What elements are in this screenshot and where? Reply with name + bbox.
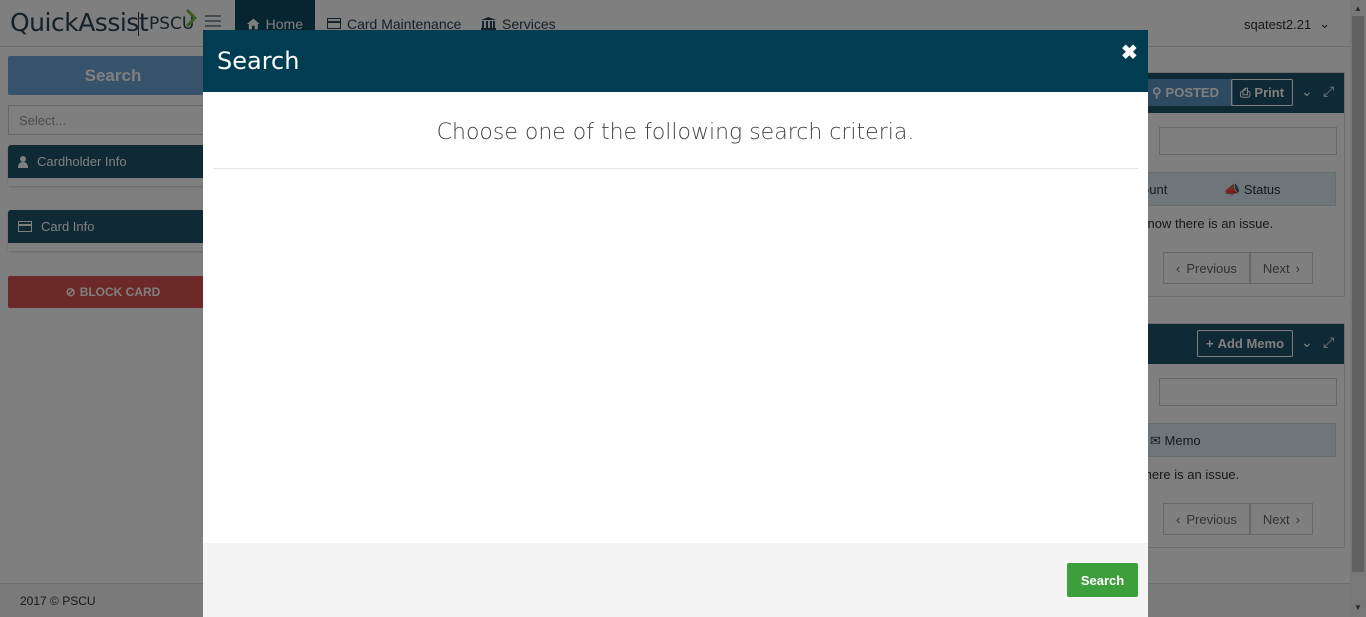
modal-header: Search ✖ [203,30,1148,92]
divider [213,168,1138,169]
search-button[interactable]: Search [1067,563,1138,597]
modal-footer: Search [203,543,1148,617]
modal-title: Search [217,47,300,75]
close-icon[interactable]: ✖ [1121,40,1138,65]
search-criteria-heading: Choose one of the following search crite… [436,120,915,145]
search-modal: Search ✖ Choose one of the following sea… [203,30,1148,617]
modal-body: Choose one of the following search crite… [203,92,1148,543]
